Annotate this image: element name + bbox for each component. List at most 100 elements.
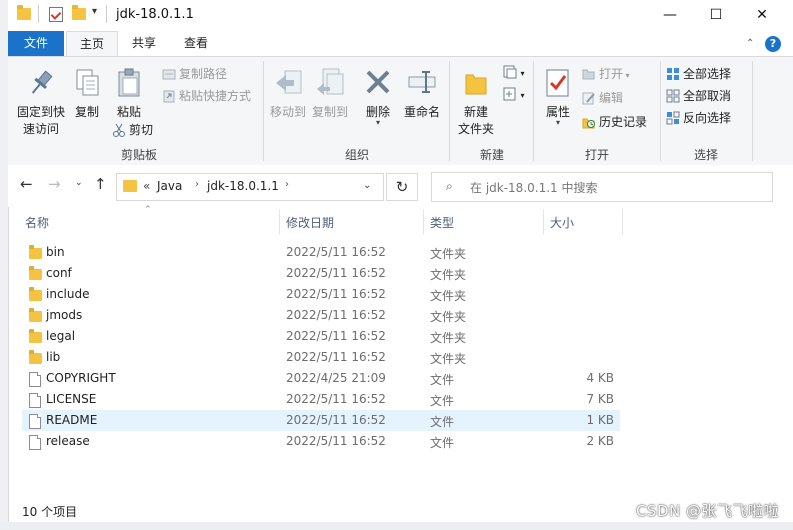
copy-path-button[interactable]: 复制路径 bbox=[162, 65, 262, 82]
edit-label: 编辑 bbox=[599, 91, 624, 105]
select-none-icon bbox=[666, 89, 680, 103]
column-divider[interactable] bbox=[622, 209, 623, 235]
select-group-label: 选择 bbox=[693, 148, 718, 162]
file-type: 文件夹 bbox=[430, 247, 467, 261]
title-bar: ▾ jdk-18.0.1.1 — ☐ ✕ bbox=[8, 0, 793, 31]
file-row[interactable]: include 2022/5/11 16:52 文件夹 bbox=[22, 284, 620, 305]
tab-share[interactable]: 共享 bbox=[122, 31, 166, 56]
pin-to-quick-access-button[interactable]: 固定到快 速访问 bbox=[14, 67, 68, 137]
maximize-button[interactable]: ☐ bbox=[693, 0, 739, 31]
new-folder-quick-icon[interactable] bbox=[72, 5, 86, 20]
column-divider[interactable] bbox=[543, 209, 544, 235]
pin-label-line1: 固定到快 bbox=[16, 105, 65, 119]
tab-view[interactable]: 查看 bbox=[172, 31, 220, 56]
paste-button[interactable]: 粘贴 bbox=[112, 67, 146, 120]
delete-button[interactable]: 删除 ▾ bbox=[360, 67, 396, 127]
pin-icon bbox=[25, 67, 57, 99]
paste-label: 粘贴 bbox=[116, 105, 141, 119]
breadcrumb-jdk[interactable]: jdk-18.0.1.1 bbox=[207, 179, 279, 193]
file-icon bbox=[29, 393, 41, 408]
pin-label-line2: 速访问 bbox=[22, 122, 59, 136]
overflow-chevrons[interactable]: « bbox=[143, 179, 150, 193]
edit-button[interactable]: 编辑 bbox=[582, 89, 662, 106]
invert-selection-button[interactable]: 反向选择 bbox=[666, 109, 756, 126]
folder-icon bbox=[29, 308, 42, 322]
easy-access-button[interactable]: ▾ bbox=[500, 87, 528, 101]
file-row[interactable]: legal 2022/5/11 16:52 文件夹 bbox=[22, 326, 620, 347]
customize-quick-access-icon[interactable]: ▾ bbox=[92, 6, 97, 17]
copy-to-icon bbox=[314, 67, 346, 99]
ribbon-tabs: 文件 主页 共享 查看 ⌃ ? bbox=[8, 31, 793, 57]
file-modified: 2022/5/11 16:52 bbox=[286, 245, 386, 259]
column-header-size[interactable]: 大小 bbox=[550, 214, 574, 231]
column-divider[interactable] bbox=[279, 209, 280, 235]
recent-locations-chevron-icon[interactable]: ⌄ bbox=[75, 178, 83, 188]
rename-button[interactable]: 重命名 bbox=[402, 67, 442, 120]
select-none-label: 全部取消 bbox=[683, 89, 732, 103]
folder-icon bbox=[29, 350, 42, 364]
close-button[interactable]: ✕ bbox=[739, 0, 785, 31]
folder-icon bbox=[29, 245, 42, 259]
tab-file[interactable]: 文件 bbox=[8, 31, 64, 56]
forward-arrow-icon[interactable]: → bbox=[48, 175, 61, 193]
invert-selection-icon bbox=[666, 111, 680, 125]
refresh-icon[interactable]: ↻ bbox=[386, 173, 418, 201]
file-row[interactable]: conf 2022/5/11 16:52 文件夹 bbox=[22, 263, 620, 284]
search-placeholder[interactable]: 在 jdk-18.0.1.1 中搜索 bbox=[470, 179, 597, 196]
file-row[interactable]: COPYRIGHT 2022/4/25 21:09 文件 4 KB bbox=[22, 368, 620, 389]
select-all-button[interactable]: 全部选择 bbox=[666, 65, 756, 82]
history-button[interactable]: 历史记录 bbox=[582, 113, 662, 130]
file-row[interactable]: README 2022/5/11 16:52 文件 1 KB bbox=[22, 410, 620, 431]
file-type: 文件 bbox=[430, 394, 455, 408]
file-name: include bbox=[46, 287, 90, 301]
file-row[interactable]: jmods 2022/5/11 16:52 文件夹 bbox=[22, 305, 620, 326]
file-row[interactable]: LICENSE 2022/5/11 16:52 文件 7 KB bbox=[22, 389, 620, 410]
file-icon bbox=[29, 372, 41, 387]
watermark: CSDN @张飞飞啦啦 bbox=[635, 502, 779, 520]
new-folder-button[interactable]: 新建 文件夹 bbox=[454, 67, 498, 137]
copy-to-button[interactable]: 复制到 bbox=[310, 67, 350, 120]
tab-home[interactable]: 主页 bbox=[66, 31, 118, 57]
collapse-ribbon-icon[interactable]: ⌃ bbox=[746, 38, 754, 49]
column-header-type[interactable]: 类型 bbox=[430, 214, 454, 231]
help-icon[interactable]: ? bbox=[765, 36, 781, 52]
breadcrumb-separator-icon[interactable]: › bbox=[285, 179, 289, 190]
copy-path-icon bbox=[162, 67, 176, 81]
address-dropdown-icon[interactable]: ⌄ bbox=[363, 180, 371, 191]
organize-group-label: 组织 bbox=[344, 148, 369, 162]
move-to-button[interactable]: 移动到 bbox=[268, 67, 308, 120]
file-row[interactable]: lib 2022/5/11 16:52 文件夹 bbox=[22, 347, 620, 368]
open-button[interactable]: 打开 ▾ bbox=[582, 65, 662, 82]
properties-dropdown-icon[interactable]: ▾ bbox=[538, 118, 578, 127]
column-header-modified[interactable]: 修改日期 bbox=[286, 214, 334, 231]
properties-quick-icon[interactable] bbox=[49, 7, 63, 22]
paste-shortcut-button[interactable]: 粘贴快捷方式 bbox=[162, 87, 262, 104]
file-icon bbox=[29, 414, 41, 429]
properties-button[interactable]: 属性 ▾ bbox=[538, 67, 578, 127]
properties-icon bbox=[542, 67, 574, 99]
select-none-button[interactable]: 全部取消 bbox=[666, 87, 756, 104]
file-modified: 2022/5/11 16:52 bbox=[286, 413, 386, 427]
cut-button[interactable]: 剪切 bbox=[112, 121, 158, 138]
move-to-icon bbox=[272, 67, 304, 99]
file-type: 文件 bbox=[430, 415, 455, 429]
breadcrumb-separator-icon[interactable]: › bbox=[195, 179, 199, 190]
column-divider[interactable] bbox=[423, 209, 424, 235]
file-row[interactable]: release 2022/5/11 16:52 文件 2 KB bbox=[22, 431, 620, 452]
search-box[interactable]: ⌕ 在 jdk-18.0.1.1 中搜索 bbox=[431, 172, 773, 202]
copy-button[interactable]: 复制 bbox=[70, 67, 104, 120]
up-arrow-icon[interactable]: ↑ bbox=[94, 175, 107, 193]
folder-icon bbox=[123, 180, 137, 192]
folder-icon bbox=[29, 287, 42, 301]
column-header-name[interactable]: 名称 bbox=[25, 214, 49, 231]
cut-label: 剪切 bbox=[129, 123, 154, 137]
select-all-icon bbox=[666, 67, 680, 81]
back-arrow-icon[interactable]: ← bbox=[20, 175, 33, 193]
breadcrumb-java[interactable]: Java bbox=[157, 179, 182, 193]
minimize-button[interactable]: — bbox=[647, 0, 693, 31]
file-name: legal bbox=[46, 329, 76, 343]
open-icon bbox=[582, 67, 596, 81]
new-item-button[interactable]: ▾ bbox=[500, 65, 528, 79]
file-row[interactable]: bin 2022/5/11 16:52 文件夹 bbox=[22, 242, 620, 263]
address-bar[interactable]: « Java › jdk-18.0.1.1 › ⌄ bbox=[116, 173, 384, 201]
